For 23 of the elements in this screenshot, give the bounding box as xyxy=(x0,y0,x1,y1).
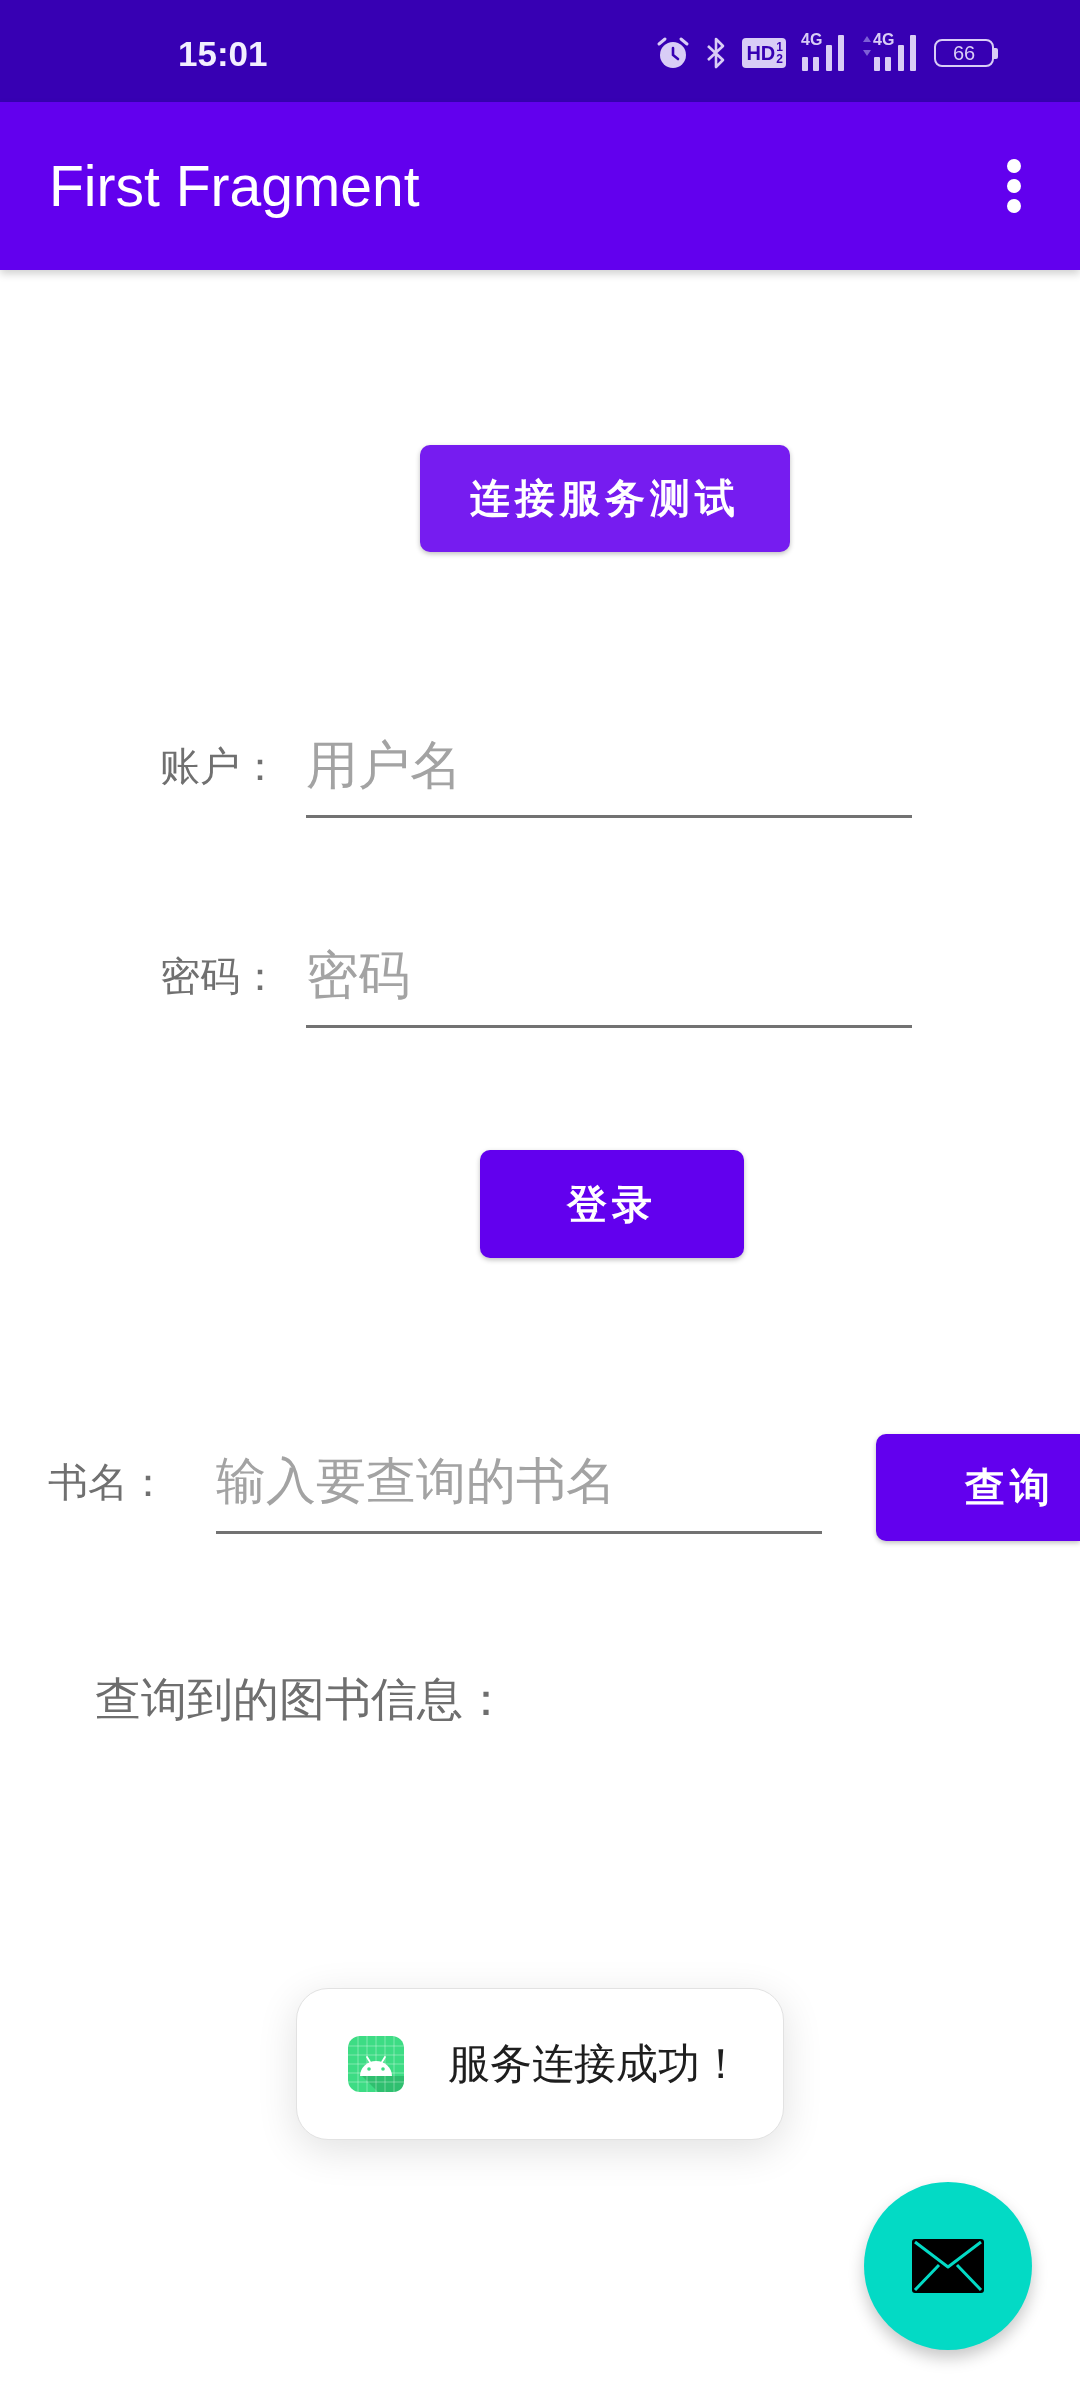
network-type-label: 4G xyxy=(873,31,895,49)
field-label: 账户： xyxy=(160,742,280,791)
result-label: 查询到的图书信息： xyxy=(95,1671,509,1728)
signal-bars-icon xyxy=(802,35,846,71)
input-field[interactable]: 密码 xyxy=(306,925,912,1028)
field-label: 书名： xyxy=(48,1458,168,1507)
battery-indicator: 66 xyxy=(934,39,998,67)
field-label: 密码： xyxy=(160,952,280,1001)
mail-icon xyxy=(912,2239,984,2293)
query-button[interactable]: 查询 xyxy=(876,1434,1080,1541)
android-app-icon xyxy=(348,2036,404,2092)
login-button[interactable]: 登录 xyxy=(480,1150,744,1258)
toast-message: 服务连接成功！ xyxy=(448,2038,742,2090)
alarm-clock-icon xyxy=(656,36,691,70)
network-type-label: 4G xyxy=(801,31,823,49)
connect-service-button[interactable]: 连接服务测试 xyxy=(420,445,790,552)
input-field[interactable]: 输入要查询的书名 xyxy=(216,1431,822,1534)
overflow-menu-icon[interactable] xyxy=(1006,159,1022,213)
app-bar-title: First Fragment xyxy=(49,153,420,219)
bluetooth-icon xyxy=(706,36,727,70)
status-time: 15:01 xyxy=(178,34,268,74)
input-field[interactable]: 用户名 xyxy=(306,715,912,818)
signal-bars-icon xyxy=(874,35,918,71)
